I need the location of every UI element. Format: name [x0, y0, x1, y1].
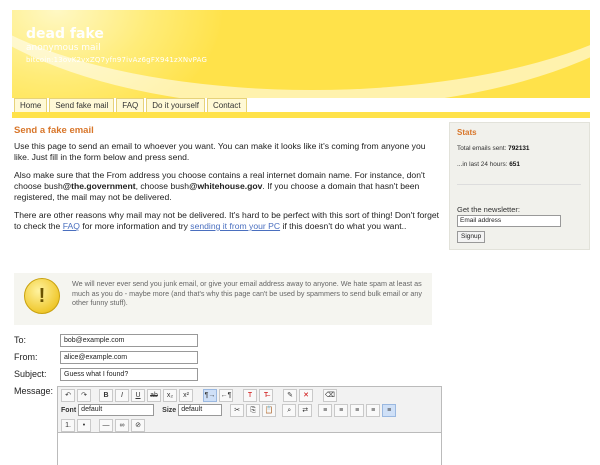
faq-link[interactable]: FAQ — [63, 221, 80, 231]
total-emails-label: Total emails sent: — [457, 145, 507, 152]
size-label: Size — [162, 406, 177, 414]
last-24h-label: ...in last 24 hours: — [457, 161, 508, 168]
nav-band — [12, 112, 590, 118]
tab-home[interactable]: Home — [14, 98, 48, 112]
paste-icon[interactable]: 📋 — [262, 403, 277, 417]
sidebar-divider — [457, 184, 581, 185]
from-field[interactable]: alice@example.com — [60, 351, 198, 364]
newsletter-label: Get the newsletter: — [457, 205, 520, 214]
align-left-icon[interactable]: ≡ — [318, 403, 333, 417]
good-domain-example: @whitehouse.gov — [189, 181, 263, 191]
stats-sidebar: Stats Total emails sent: 792131 ...in la… — [449, 122, 590, 250]
rtl-direction-icon[interactable]: ←¶ — [219, 388, 233, 402]
clear-highlight-icon[interactable]: ✕ — [299, 388, 313, 402]
full-justify-icon[interactable]: ≡ — [382, 403, 397, 417]
size-select[interactable]: default — [178, 404, 223, 416]
font-label: Font — [61, 406, 77, 414]
editor-toolbar-row-2: Font default Size default ✂ ⎘ 📋 ⌕ ⇄ ≡ ≡ … — [58, 403, 397, 417]
site-header: dead fake anonymous mail bitcoin:13ovK2v… — [12, 10, 590, 98]
signup-button[interactable]: Signup — [457, 231, 486, 243]
replace-icon[interactable]: ⇄ — [298, 403, 313, 417]
last-24h-value: 651 — [509, 161, 520, 168]
editor-toolbar-row-1: ↶ ↷ B I U ab x₂ x² ¶→ ←¶ T T̶ ✎ ✕ ⌫ — [58, 388, 337, 402]
underline-icon[interactable]: U — [131, 388, 145, 402]
domain-text-2: , choose bush — [135, 181, 190, 191]
domain-paragraph: Also make sure that the From address you… — [14, 170, 440, 203]
stats-heading: Stats — [457, 128, 477, 137]
delivery-text-3: if this doesn't do what you want.. — [280, 221, 407, 231]
strikethrough-icon[interactable]: ab — [147, 388, 161, 402]
undo-icon[interactable]: ↶ — [61, 388, 75, 402]
bad-domain-example: @the.government — [62, 181, 136, 191]
superscript-icon[interactable]: x² — [179, 388, 193, 402]
to-field[interactable]: bob@example.com — [60, 334, 198, 347]
unlink-icon[interactable]: ⊘ — [131, 418, 145, 432]
message-label: Message: — [14, 386, 54, 396]
numbered-list-icon[interactable]: 1. — [61, 418, 75, 432]
tab-do-it-yourself[interactable]: Do it yourself — [146, 98, 205, 112]
tab-contact[interactable]: Contact — [206, 98, 247, 112]
italic-icon[interactable]: I — [115, 388, 129, 402]
font-select[interactable]: default — [78, 404, 155, 416]
to-label: To: — [14, 335, 27, 345]
editor-toolbar-row-3: 1. • — ∞ ⊘ — [58, 418, 145, 432]
subscript-icon[interactable]: x₂ — [163, 388, 177, 402]
site-subtitle: anonymous mail — [26, 43, 101, 53]
find-icon[interactable]: ⌕ — [282, 403, 297, 417]
spam-notice-text: We will never ever send you junk email, … — [72, 279, 422, 307]
delivery-text-2: for more information and try — [79, 221, 191, 231]
cut-icon[interactable]: ✂ — [230, 403, 245, 417]
send-from-pc-link[interactable]: sending it from your PC — [190, 221, 280, 231]
message-editor: ↶ ↷ B I U ab x₂ x² ¶→ ←¶ T T̶ ✎ ✕ ⌫ Font… — [57, 386, 442, 465]
page-title: Send a fake email — [14, 125, 94, 136]
text-color-icon[interactable]: T — [243, 388, 257, 402]
tab-faq[interactable]: FAQ — [116, 98, 145, 112]
align-right-icon[interactable]: ≡ — [350, 403, 365, 417]
eraser-icon[interactable]: ⌫ — [323, 388, 337, 402]
redo-icon[interactable]: ↷ — [77, 388, 91, 402]
highlight-icon[interactable]: ✎ — [283, 388, 297, 402]
subject-field[interactable]: Guess what I found? — [60, 368, 198, 381]
bullet-list-icon[interactable]: • — [77, 418, 91, 432]
copy-icon[interactable]: ⎘ — [246, 403, 261, 417]
intro-paragraph: Use this page to send an email to whoeve… — [14, 141, 426, 162]
main-nav: Home Send fake mail FAQ Do it yourself C… — [14, 98, 247, 112]
delivery-paragraph: There are other reasons why mail may not… — [14, 210, 440, 232]
spam-notice: ! We will never ever send you junk email… — [14, 273, 432, 325]
tab-send-fake-mail[interactable]: Send fake mail — [49, 98, 115, 112]
from-label: From: — [14, 352, 38, 362]
justify-icon[interactable]: ≡ — [366, 403, 381, 417]
subject-label: Subject: — [14, 369, 47, 379]
warning-icon: ! — [24, 278, 60, 314]
total-emails-value: 792131 — [508, 145, 530, 152]
newsletter-email-input[interactable]: Email address — [457, 215, 561, 227]
remove-format-icon[interactable]: T̶ — [259, 388, 273, 402]
horizontal-rule-icon[interactable]: — — [99, 418, 113, 432]
bold-icon[interactable]: B — [99, 388, 113, 402]
ltr-direction-icon[interactable]: ¶→ — [203, 388, 217, 402]
message-body[interactable] — [58, 432, 441, 465]
total-emails-stat: Total emails sent: 792131 — [457, 145, 529, 152]
site-title[interactable]: dead fake — [26, 26, 104, 42]
link-icon[interactable]: ∞ — [115, 418, 129, 432]
align-center-icon[interactable]: ≡ — [334, 403, 349, 417]
bitcoin-address: bitcoin:13ovK2vxZQ7yfn97ivAz6gFX941zXNvP… — [26, 56, 208, 64]
main-content: Send a fake email Use this page to send … — [14, 122, 440, 239]
last-24h-stat: ...in last 24 hours: 651 — [457, 161, 520, 168]
